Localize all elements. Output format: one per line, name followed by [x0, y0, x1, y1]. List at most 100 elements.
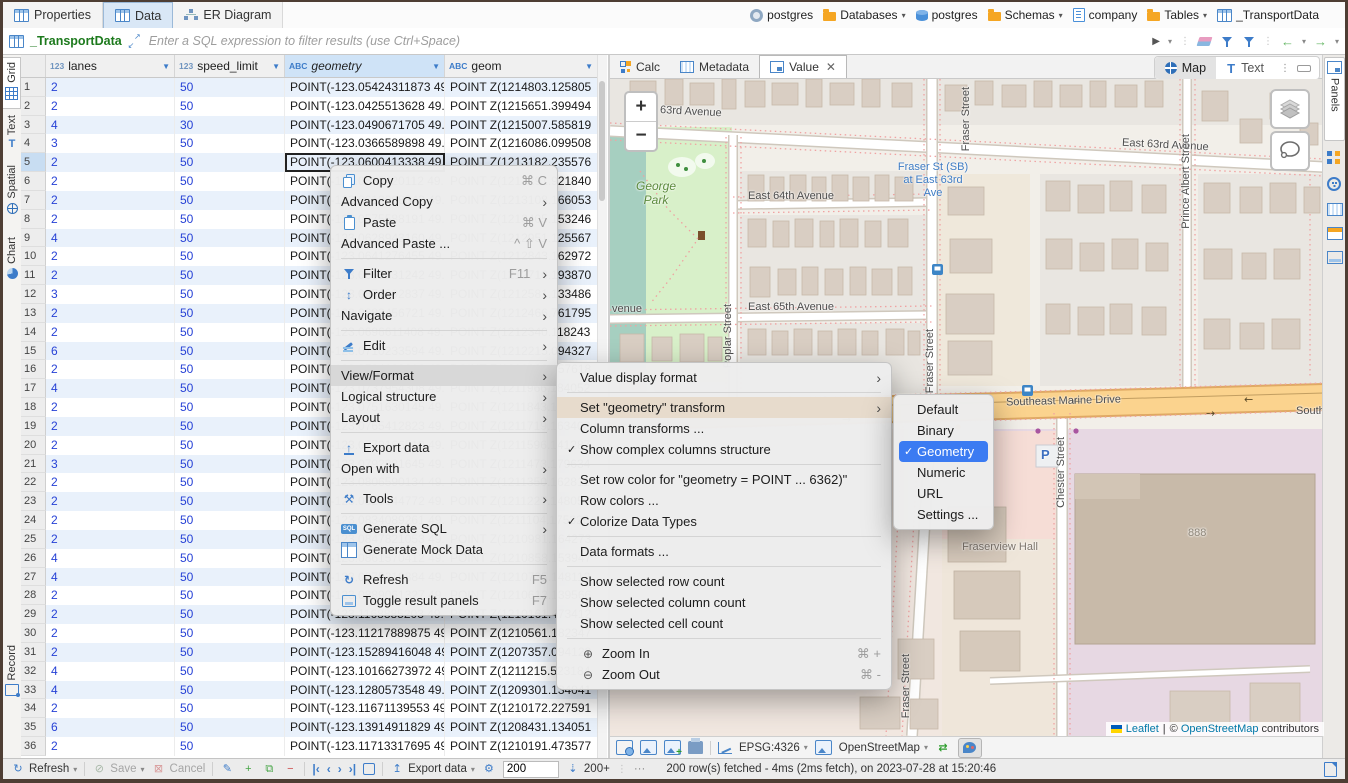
cell-geom[interactable]: POINT Z(1214803.125805	[445, 78, 597, 97]
cell-speed-limit[interactable]: 50	[175, 78, 285, 97]
expand-icon[interactable]	[128, 35, 141, 48]
breadcrumb-item[interactable]: Databases ▾	[823, 8, 905, 22]
row-number[interactable]: 11	[21, 266, 46, 285]
table-row[interactable]: 1 2 50 POINT(-123.05424311873 49.2 POINT…	[21, 78, 597, 97]
cell-lanes[interactable]: 2	[46, 172, 175, 191]
dropdown-caret-icon[interactable]: ▾	[1059, 11, 1063, 20]
submenu-item[interactable]	[567, 566, 881, 567]
theme-button[interactable]	[958, 738, 982, 758]
cell-speed-limit[interactable]: 50	[175, 549, 285, 568]
cell-lanes[interactable]: 4	[46, 681, 175, 700]
menu-item[interactable]: Tools ›	[331, 488, 557, 509]
tab-calc[interactable]: Calc	[610, 55, 670, 78]
menu-item[interactable]: Layout ›	[331, 407, 557, 428]
row-number[interactable]: 19	[21, 417, 46, 436]
cell-speed-limit[interactable]: 50	[175, 436, 285, 455]
cell-lanes[interactable]: 2	[46, 323, 175, 342]
copy-image-icon[interactable]	[664, 740, 681, 755]
cell-lanes[interactable]: 4	[46, 116, 175, 135]
submenu-item[interactable]: Value display format ›	[557, 367, 891, 388]
submenu-item[interactable]	[567, 392, 881, 393]
duplicate-row-icon[interactable]: ⧉	[262, 762, 276, 776]
sort-caret-icon[interactable]: ▼	[162, 62, 170, 71]
menu-item[interactable]: Copy ⌘ C ›	[331, 170, 557, 191]
menu-item[interactable]	[341, 432, 547, 433]
close-icon[interactable]: ✕	[826, 60, 836, 74]
cell-lanes[interactable]: 2	[46, 266, 175, 285]
row-number[interactable]: 25	[21, 530, 46, 549]
cell-geometry[interactable]: POINT(-123.0490671705 49.20	[285, 116, 445, 135]
cell-geom[interactable]: POINT Z(1210172.227591	[445, 699, 597, 718]
apply-filter-icon[interactable]: ▶	[1152, 36, 1160, 47]
cell-speed-limit[interactable]: 50	[175, 229, 285, 248]
cell-lanes[interactable]: 2	[46, 492, 175, 511]
sort-caret-icon[interactable]: ▼	[432, 62, 440, 71]
transform-menu-item[interactable]: Settings ...	[894, 504, 993, 525]
table-row[interactable]: 35 6 50 POINT(-123.13914911829 49.2 POIN…	[21, 718, 597, 737]
menu-item[interactable]	[341, 564, 547, 565]
view-tab-spatial[interactable]: Spatial	[3, 165, 21, 227]
view-tab-text[interactable]: Text T	[3, 115, 21, 159]
cell-speed-limit[interactable]: 50	[175, 530, 285, 549]
edit-cell-icon[interactable]: ✎	[220, 762, 234, 776]
cell-speed-limit[interactable]: 50	[175, 210, 285, 229]
cell-lanes[interactable]: 3	[46, 455, 175, 474]
cell-speed-limit[interactable]: 50	[175, 247, 285, 266]
table-row[interactable]: 32 4 50 POINT(-123.10166273972 49.2 POIN…	[21, 662, 597, 681]
cell-speed-limit[interactable]: 50	[175, 172, 285, 191]
view-tab-chart[interactable]: Chart	[3, 237, 21, 291]
cell-speed-limit[interactable]: 50	[175, 266, 285, 285]
row-number[interactable]: 15	[21, 342, 46, 361]
cell-geometry[interactable]: POINT(-123.10166273972 49.2	[285, 662, 445, 681]
crs-selector[interactable]: EPSG:4326▾	[739, 742, 808, 754]
transform-menu-item[interactable]: Numeric	[894, 462, 993, 483]
cell-lanes[interactable]: 2	[46, 586, 175, 605]
delete-row-icon[interactable]: −	[283, 762, 297, 776]
cell-speed-limit[interactable]: 50	[175, 342, 285, 361]
cell-lanes[interactable]: 2	[46, 153, 175, 172]
tab-value[interactable]: Value ✕	[759, 55, 847, 78]
breadcrumb-item[interactable]: postgres ▾	[750, 8, 813, 22]
column-header-geom[interactable]: ABC geom ▼	[445, 55, 597, 77]
breadcrumb-item[interactable]: company ▾	[1073, 8, 1138, 22]
menu-item[interactable]	[341, 483, 547, 484]
transform-menu-item[interactable]: Geometry	[899, 441, 988, 462]
minimize-icon[interactable]	[1297, 65, 1311, 72]
row-number[interactable]: 2	[21, 97, 46, 116]
export-data-button[interactable]: ↥ Export data▾	[390, 762, 475, 776]
menu-item[interactable]: View/Format ›	[331, 365, 557, 386]
row-number[interactable]: 8	[21, 210, 46, 229]
row-number[interactable]: 1	[21, 78, 46, 97]
dropdown-caret-icon[interactable]: ▾	[1203, 11, 1207, 20]
first-row-icon[interactable]: |‹	[312, 762, 319, 776]
forward-arrow-icon[interactable]: →	[1314, 34, 1327, 49]
submenu-item[interactable]	[567, 536, 881, 537]
cell-speed-limit[interactable]: 50	[175, 455, 285, 474]
column-header-geometry[interactable]: ABC geometry ▼	[285, 55, 445, 77]
cell-geometry[interactable]: POINT(-123.0366589898 49.21	[285, 134, 445, 153]
cell-geometry[interactable]: POINT(-123.15289416048 49.2	[285, 643, 445, 662]
cell-geometry[interactable]: POINT(-123.05424311873 49.2	[285, 78, 445, 97]
cell-speed-limit[interactable]: 50	[175, 492, 285, 511]
cell-lanes[interactable]: 4	[46, 568, 175, 587]
cell-geom[interactable]: POINT Z(1215651.399494	[445, 97, 597, 116]
map-view-button[interactable]: Map	[1155, 57, 1216, 79]
row-number[interactable]: 29	[21, 605, 46, 624]
table-row[interactable]: 31 2 50 POINT(-123.15289416048 49.2 POIN…	[21, 643, 597, 662]
cell-speed-limit[interactable]: 50	[175, 191, 285, 210]
value-viewer-icon[interactable]	[1327, 177, 1341, 191]
cell-lanes[interactable]: 2	[46, 624, 175, 643]
settings-gear-icon[interactable]	[482, 762, 496, 776]
fetch-next-button[interactable]: ⇣ 200+	[566, 762, 610, 776]
row-number[interactable]: 30	[21, 624, 46, 643]
cell-speed-limit[interactable]: 30	[175, 116, 285, 135]
row-number[interactable]: 22	[21, 473, 46, 492]
cell-geometry[interactable]: POINT(-123.11217889875 49.2	[285, 624, 445, 643]
table-name[interactable]: _TransportData	[30, 34, 122, 48]
menu-item[interactable]: Order ›	[331, 284, 557, 305]
cell-lanes[interactable]: 2	[46, 191, 175, 210]
row-number[interactable]: 34	[21, 699, 46, 718]
row-number[interactable]: 21	[21, 455, 46, 474]
cell-geom[interactable]: POINT Z(1216086.099508	[445, 134, 597, 153]
row-number[interactable]: 5	[21, 153, 46, 172]
